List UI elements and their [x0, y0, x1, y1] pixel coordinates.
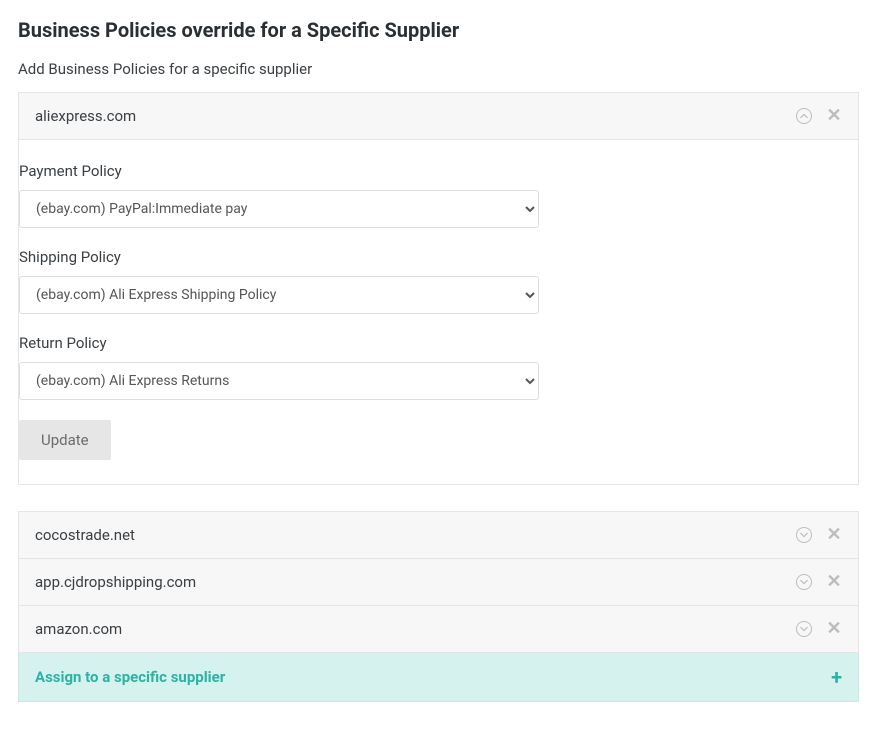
- supplier-row-aliexpress: aliexpress.com ✕: [18, 92, 859, 140]
- shipping-policy-label: Shipping Policy: [19, 248, 858, 266]
- supplier-row-cocostrade: cocostrade.net ✕: [18, 511, 859, 559]
- page-title: Business Policies override for a Specifi…: [18, 18, 859, 42]
- payment-policy-label: Payment Policy: [19, 162, 858, 180]
- return-policy-select[interactable]: (ebay.com) Ali Express Returns: [19, 362, 539, 400]
- supplier-name: app.cjdropshipping.com: [35, 573, 796, 591]
- update-button[interactable]: Update: [19, 420, 111, 460]
- supplier-row-cjdropshipping: app.cjdropshipping.com ✕: [18, 559, 859, 606]
- assign-supplier-label: Assign to a specific supplier: [35, 668, 831, 686]
- supplier-header[interactable]: amazon.com ✕: [19, 606, 858, 652]
- close-icon[interactable]: ✕: [826, 573, 842, 591]
- chevron-down-icon[interactable]: [796, 574, 812, 590]
- return-policy-label: Return Policy: [19, 334, 858, 352]
- close-icon[interactable]: ✕: [826, 107, 842, 125]
- supplier-panel: Payment Policy (ebay.com) PayPal:Immedia…: [18, 140, 859, 485]
- payment-policy-select[interactable]: (ebay.com) PayPal:Immediate pay: [19, 190, 539, 228]
- close-icon[interactable]: ✕: [826, 620, 842, 638]
- chevron-down-icon[interactable]: [796, 527, 812, 543]
- shipping-policy-select[interactable]: (ebay.com) Ali Express Shipping Policy: [19, 276, 539, 314]
- supplier-header[interactable]: aliexpress.com ✕: [19, 93, 858, 139]
- assign-supplier-row[interactable]: Assign to a specific supplier +: [18, 653, 859, 702]
- chevron-down-icon[interactable]: [796, 621, 812, 637]
- supplier-name: cocostrade.net: [35, 526, 796, 544]
- chevron-up-icon[interactable]: [796, 108, 812, 124]
- supplier-name: amazon.com: [35, 620, 796, 638]
- supplier-header[interactable]: app.cjdropshipping.com ✕: [19, 559, 858, 605]
- plus-icon: +: [831, 667, 842, 687]
- page-subtitle: Add Business Policies for a specific sup…: [18, 60, 859, 78]
- supplier-header[interactable]: cocostrade.net ✕: [19, 512, 858, 558]
- close-icon[interactable]: ✕: [826, 526, 842, 544]
- supplier-row-amazon: amazon.com ✕: [18, 606, 859, 653]
- supplier-name: aliexpress.com: [35, 107, 796, 125]
